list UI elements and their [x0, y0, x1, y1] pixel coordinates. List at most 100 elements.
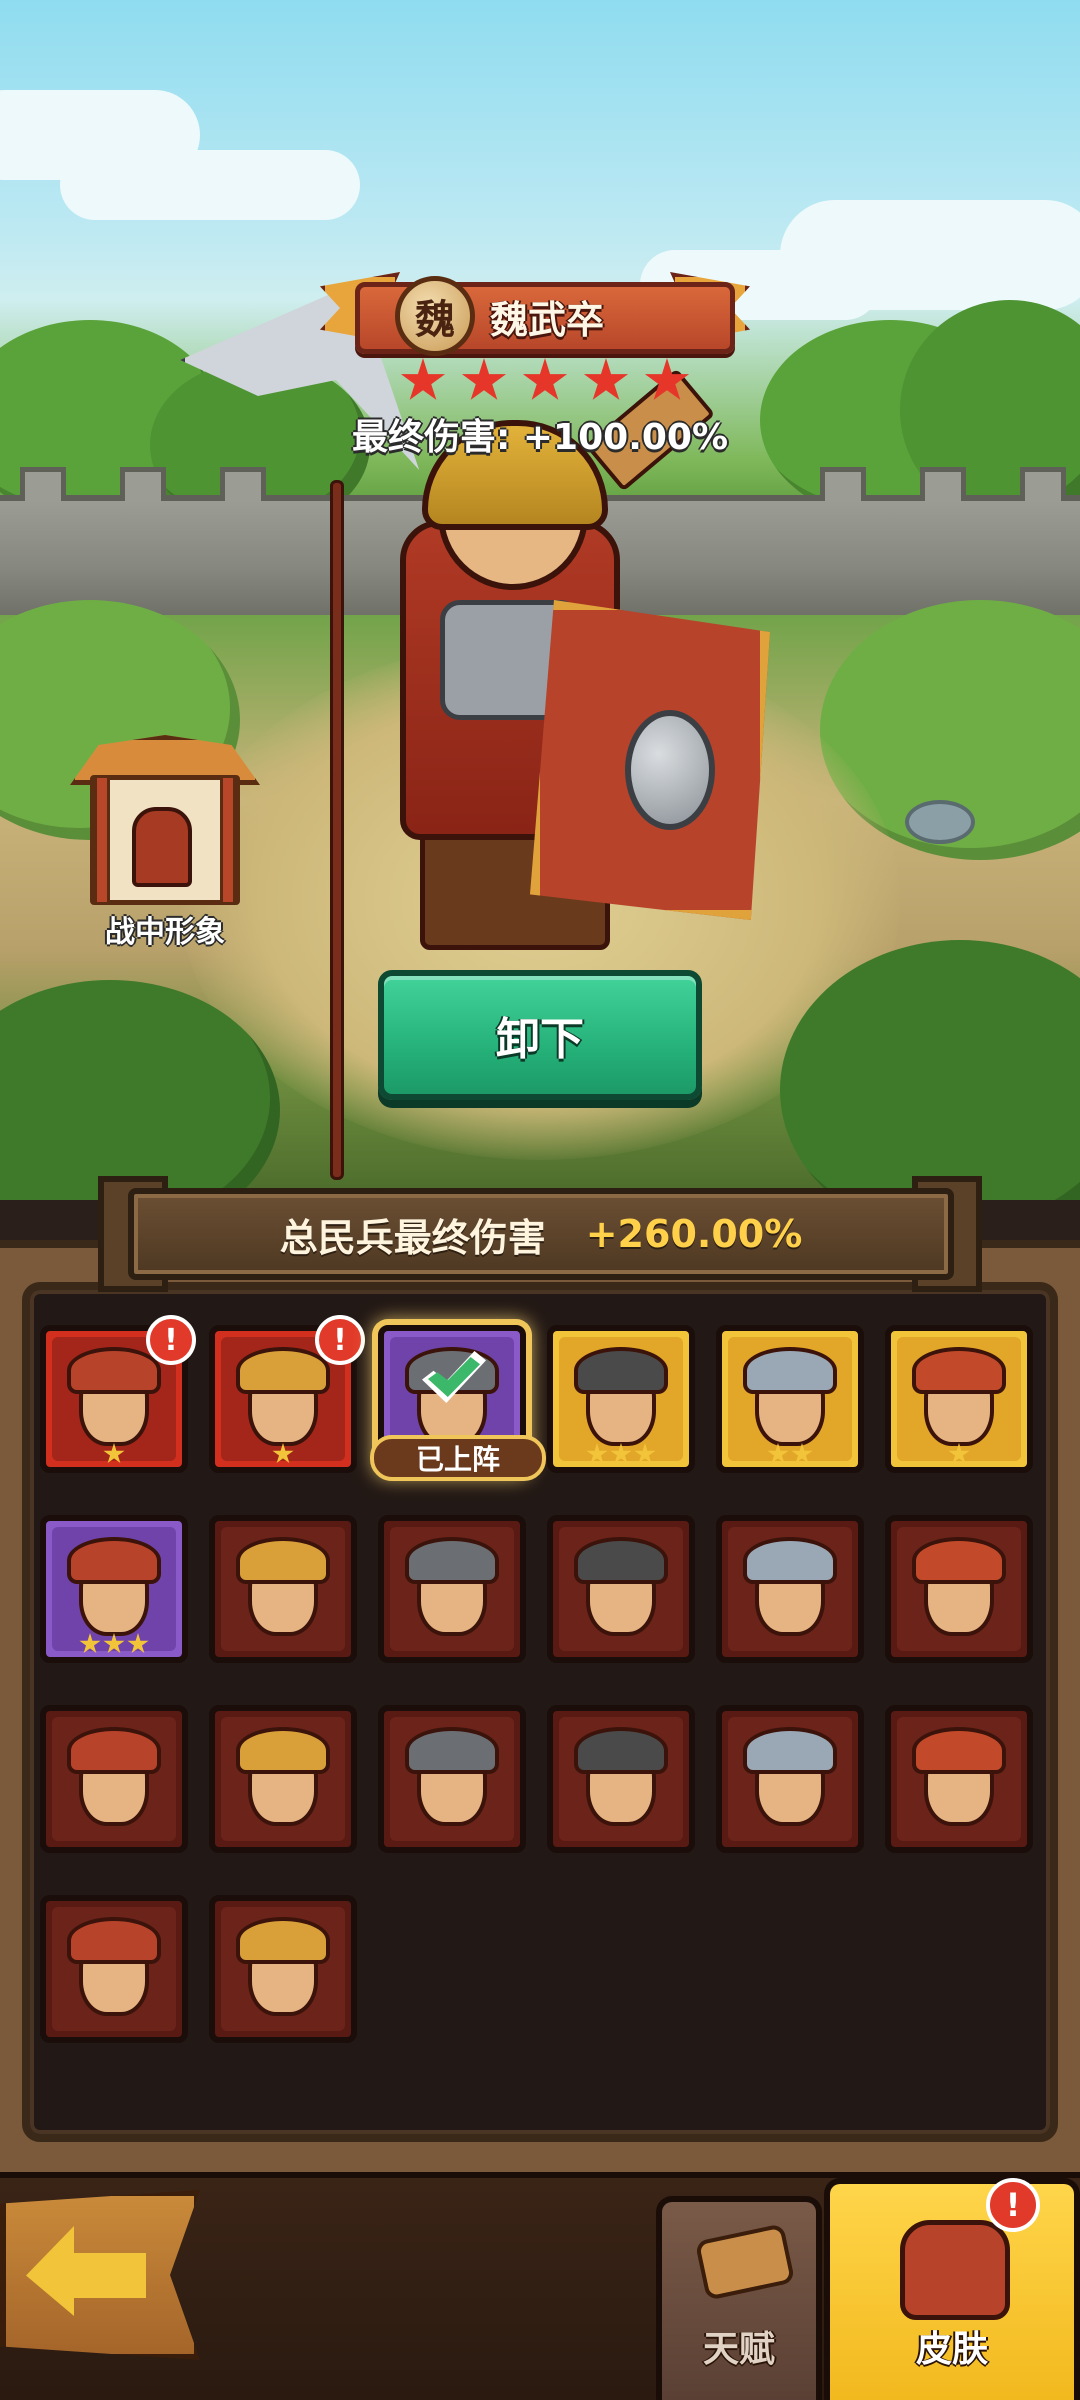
skin-tile[interactable]: ! [40, 1315, 196, 1473]
skin-tile[interactable] [40, 1515, 188, 1663]
cloud [60, 150, 360, 220]
bonus-value: +260.00% [585, 1212, 803, 1256]
skin-portrait [728, 1527, 852, 1651]
skin-headgear [235, 1916, 331, 1965]
skin-star-rating [722, 1443, 858, 1465]
star-icon [522, 358, 568, 400]
skin-headgear [235, 1536, 331, 1585]
skin-portrait [559, 1527, 683, 1651]
star-icon [634, 1443, 656, 1464]
skin-headgear [742, 1346, 838, 1395]
star-icon [461, 358, 507, 400]
skin-portrait [221, 1527, 345, 1651]
skin-portrait [897, 1717, 1021, 1841]
mini-soldier-icon [132, 807, 192, 887]
skin-tile[interactable] [209, 1705, 357, 1853]
faction-badge-icon: 魏 [395, 276, 475, 356]
skin-tile[interactable]: ! [209, 1315, 365, 1473]
skin-headgear [66, 1346, 162, 1395]
alert-badge: ! [146, 1315, 196, 1365]
star-icon [586, 1443, 608, 1464]
star-icon [610, 1443, 632, 1464]
skin-headgear [911, 1726, 1007, 1775]
skin-headgear [235, 1726, 331, 1775]
skin-headgear [404, 1536, 500, 1585]
skin-portrait [390, 1527, 514, 1651]
skin-headgear [742, 1536, 838, 1585]
skin-headgear [911, 1536, 1007, 1585]
skin-portrait [221, 1907, 345, 2031]
star-icon [791, 1443, 813, 1464]
unit-name: 魏武卒 [490, 297, 605, 342]
star-icon [767, 1443, 789, 1464]
tab-skin-label: 皮肤 [915, 2329, 988, 2370]
skin-headgear [573, 1346, 669, 1395]
tab-skin[interactable]: ! 皮肤 [824, 2178, 1080, 2400]
skin-portrait [221, 1717, 345, 1841]
shrine-pillar [220, 775, 236, 905]
final-damage-stat: 最终伤害: +100.00% [351, 417, 729, 458]
star-icon [127, 1633, 149, 1654]
total-bonus-banner: 总民兵最终伤害 +260.00% [128, 1188, 954, 1280]
skin-portrait [559, 1717, 683, 1841]
skin-tile[interactable] [885, 1325, 1033, 1473]
star-icon [103, 1633, 125, 1654]
tab-talent[interactable]: 天赋 [656, 2196, 822, 2400]
skin-tile[interactable] [547, 1705, 695, 1853]
skin-tile[interactable] [547, 1325, 695, 1473]
skin-tile[interactable] [716, 1325, 864, 1473]
star-icon [644, 358, 690, 400]
skin-star-rating [553, 1443, 689, 1465]
skin-headgear [66, 1916, 162, 1965]
skin-star-rating [891, 1443, 1027, 1465]
battle-image-button[interactable]: 战中形象 [70, 735, 260, 955]
unit-star-rating [400, 358, 690, 404]
skin-headgear [66, 1726, 162, 1775]
skin-tile[interactable] [209, 1515, 357, 1663]
star-icon [79, 1633, 101, 1654]
skin-headgear [66, 1536, 162, 1585]
skin-tile[interactable] [885, 1705, 1033, 1853]
star-icon [583, 358, 629, 400]
skin-tile[interactable] [378, 1705, 526, 1853]
skin-headgear [573, 1536, 669, 1585]
armor-icon [900, 2220, 1010, 2320]
skin-star-rating [46, 1633, 182, 1655]
shrine-pillar [94, 775, 110, 905]
skin-tile[interactable]: 已上阵 [370, 1325, 546, 1481]
skin-grid: !! 已上阵 [40, 1315, 1040, 2043]
bonus-label: 总民兵最终伤害 [279, 1215, 546, 1260]
skin-tile[interactable] [378, 1515, 526, 1663]
deployed-tag: 已上阵 [370, 1435, 546, 1481]
skin-headgear [742, 1726, 838, 1775]
skin-portrait [897, 1527, 1021, 1651]
skin-portrait [52, 1907, 176, 2031]
skin-headgear [911, 1346, 1007, 1395]
star-icon [103, 1443, 125, 1464]
spear-shaft [330, 480, 344, 1180]
skin-tile[interactable] [40, 1705, 188, 1853]
skin-tile[interactable] [716, 1705, 864, 1853]
star-icon [400, 358, 446, 400]
skin-tile[interactable] [209, 1895, 357, 2043]
skin-tile[interactable] [716, 1515, 864, 1663]
skin-tile[interactable] [40, 1895, 188, 2043]
battle-image-label: 战中形象 [105, 915, 225, 950]
star-icon [272, 1443, 294, 1464]
star-icon [948, 1443, 970, 1464]
skin-portrait [390, 1717, 514, 1841]
skin-tile[interactable] [885, 1515, 1033, 1663]
tab-talent-label: 天赋 [702, 2329, 775, 2370]
skin-portrait [728, 1717, 852, 1841]
skin-star-rating [46, 1443, 182, 1465]
skin-headgear [573, 1726, 669, 1775]
alert-badge: ! [315, 1315, 365, 1365]
skin-headgear [404, 1726, 500, 1775]
stone [905, 800, 975, 844]
alert-badge: ! [986, 2178, 1040, 2232]
talent-scroll-icon [694, 2223, 796, 2301]
unequip-button[interactable]: 卸下 [378, 970, 702, 1100]
skin-tile[interactable] [547, 1515, 695, 1663]
skin-star-rating [215, 1443, 351, 1465]
shield-boss [625, 710, 715, 830]
